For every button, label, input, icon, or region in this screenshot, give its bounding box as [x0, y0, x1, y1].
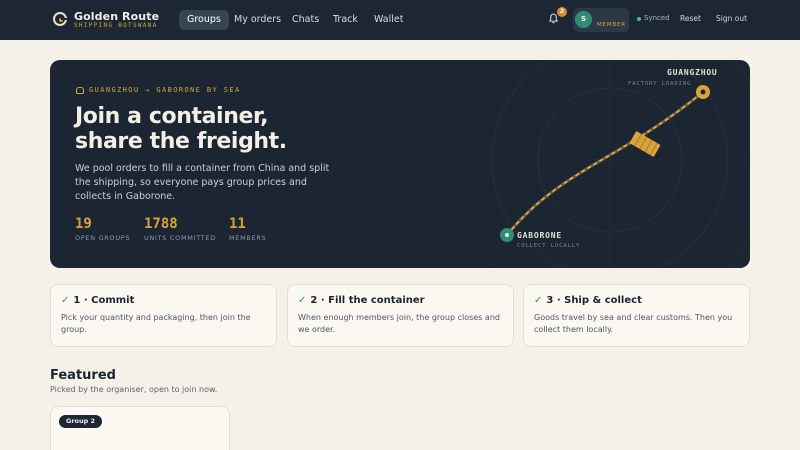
destination-label: GABORONE [517, 231, 562, 240]
hero-title: Join a container, share the freight. [75, 104, 287, 154]
stat-units-committed: 1788 UNITS COMMITTED [144, 216, 216, 242]
step-title: 3 · Ship & collect [546, 295, 642, 306]
stat-members: 11 MEMBERS [229, 216, 267, 242]
check-icon: ✓ [298, 295, 307, 306]
featured-subtitle: Picked by the organiser, open to join no… [50, 385, 218, 394]
check-icon: ✓ [61, 295, 70, 306]
destination-note: COLLECT LOCALLY [517, 243, 580, 249]
step-card-commit: ✓ 1 · Commit Pick your quantity and packa… [50, 284, 277, 347]
reset-button[interactable]: Reset [680, 14, 701, 23]
step-card-fill: ✓ 2 · Fill the container When enough memb… [287, 284, 514, 347]
tab-chats[interactable]: Chats [284, 10, 327, 30]
stat-open-groups: 19 OPEN GROUPS [75, 216, 131, 242]
route-map: GUANGZHOU FACTORY LOADING GABORONE COLLE… [490, 60, 750, 268]
notification-badge: 2 [557, 7, 567, 17]
sign-out-button[interactable]: Sign out [716, 14, 747, 23]
hero-panel: GUANGZHOU → GABORONE BY SEA Join a conta… [50, 60, 750, 268]
origin-label: GUANGZHOU [667, 68, 718, 77]
lock-icon [76, 87, 84, 94]
route-tag: GUANGZHOU → GABORONE BY SEA [76, 86, 241, 94]
hero-description: We pool orders to fill a container from … [75, 163, 330, 202]
tab-track[interactable]: Track [325, 10, 366, 30]
step-title: 2 · Fill the container [310, 295, 425, 306]
member-role-label: MEMBER [597, 22, 626, 28]
avatar[interactable]: S [575, 11, 592, 28]
sync-status-icon [637, 17, 641, 21]
sync-status: Synced [644, 14, 670, 22]
step-description: Goods travel by sea and clear customs. T… [534, 313, 733, 334]
step-title: 1 · Commit [73, 295, 135, 306]
brand-subtitle: SHIPPING BOTSWANA [74, 22, 158, 29]
check-icon: ✓ [534, 295, 543, 306]
logo-icon [53, 12, 67, 26]
top-navbar: Golden Route SHIPPING BOTSWANA Groups My… [0, 0, 800, 40]
step-description: When enough members join, the group clos… [298, 313, 500, 334]
step-card-ship: ✓ 3 · Ship & collect Goods travel by sea … [523, 284, 750, 347]
tab-groups[interactable]: Groups [179, 10, 229, 30]
featured-heading: Featured [50, 368, 116, 383]
step-description: Pick your quantity and packaging, then j… [61, 313, 251, 334]
tab-my-orders[interactable]: My orders [226, 10, 289, 30]
tab-wallet[interactable]: Wallet [366, 10, 411, 30]
group-badge: Group 2 [59, 415, 103, 428]
featured-group-card[interactable]: Group 2 [50, 406, 230, 450]
origin-note: FACTORY LOADING [628, 81, 691, 87]
